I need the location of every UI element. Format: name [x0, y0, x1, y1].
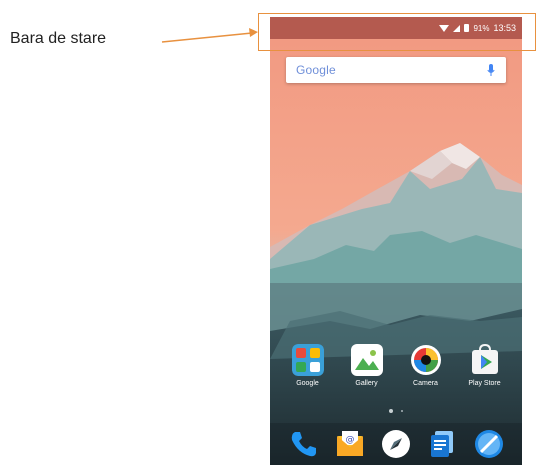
google-folder-icon — [291, 344, 324, 376]
status-bar-highlight-box — [258, 13, 536, 51]
camera-icon — [410, 345, 441, 375]
app-camera[interactable]: Camera — [400, 344, 452, 387]
browser-icon[interactable] — [473, 428, 505, 460]
play-store-icon — [471, 344, 498, 374]
mic-icon[interactable] — [486, 63, 496, 77]
home-app-row: Google Gallery Camera Play Store — [270, 344, 522, 387]
google-logo: Google — [296, 63, 336, 77]
app-label: Camera — [413, 380, 438, 387]
page-dot — [401, 410, 403, 412]
app-label: Gallery — [355, 380, 378, 387]
google-search-bar[interactable]: Google — [286, 57, 506, 83]
phone-screen: 91% 13:53 Google Google Gallery Camera P… — [270, 17, 522, 465]
app-label: Play Store — [468, 380, 501, 387]
app-gallery[interactable]: Gallery — [341, 344, 393, 387]
gallery-icon — [350, 344, 383, 376]
messages-icon[interactable] — [426, 428, 458, 460]
app-drawer-icon[interactable] — [380, 428, 412, 460]
app-google[interactable]: Google — [282, 344, 334, 387]
page-dot-active — [389, 409, 393, 413]
wallpaper — [270, 39, 522, 465]
app-label: Google — [296, 380, 319, 387]
app-play-store[interactable]: Play Store — [459, 344, 511, 387]
svg-text:@: @ — [345, 435, 354, 445]
phone-icon[interactable] — [287, 428, 319, 460]
dock: @ — [270, 423, 522, 465]
email-icon[interactable]: @ — [334, 428, 366, 460]
page-indicator — [270, 409, 522, 413]
